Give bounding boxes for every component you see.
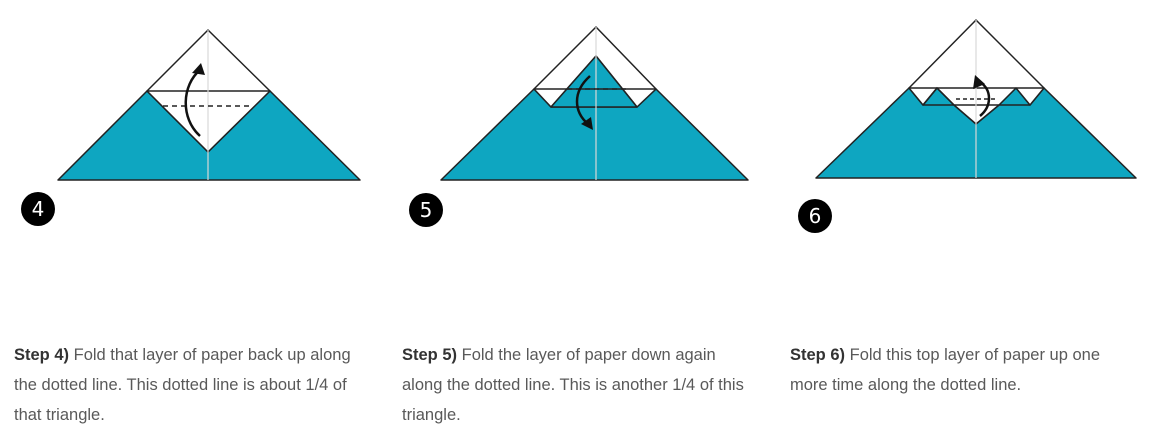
step-4-number-badge: 4 — [21, 192, 55, 226]
step-6-number-badge: 6 — [798, 199, 832, 233]
step-6-label: Step 6) — [790, 346, 846, 364]
step-6-caption: Step 6) Fold this top layer of paper up … — [790, 340, 1135, 400]
step-5-label: Step 5) — [402, 346, 458, 364]
step-4-caption: Step 4) Fold that layer of paper back up… — [14, 340, 359, 430]
step-5-number-badge: 5 — [409, 193, 443, 227]
step-4-label: Step 4) — [14, 346, 70, 364]
step-6-diagram — [815, 19, 1137, 179]
step-5-diagram — [440, 26, 749, 181]
step-4-diagram — [57, 29, 361, 181]
step-5-caption: Step 5) Fold the layer of paper down aga… — [402, 340, 747, 430]
